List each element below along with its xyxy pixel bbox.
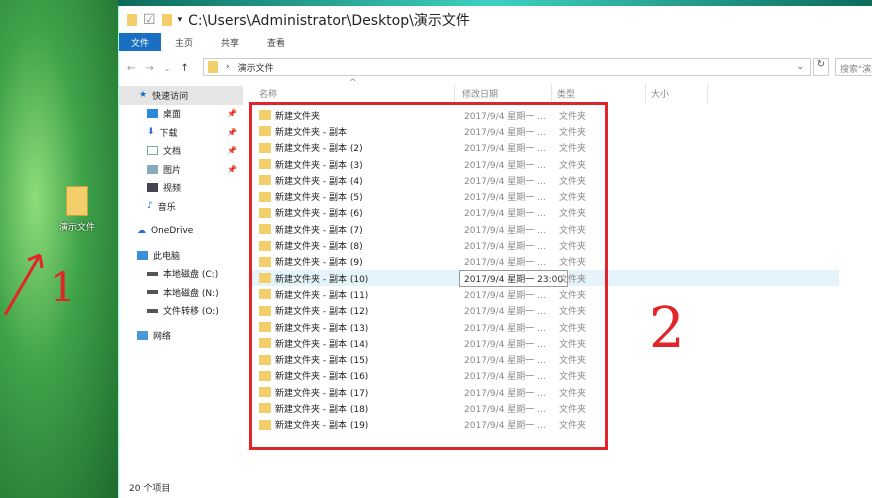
nav-label: 桌面 xyxy=(163,110,182,121)
navigation-pane: ★ 快速访问 桌面 📌 ⬇ 下载 📌 文档 📌 图片 📌 视频 ♪ 音乐 ☁ OneDrive … xyxy=(119,86,243,345)
chevron-right-icon: › xyxy=(226,62,230,72)
document-icon xyxy=(147,146,158,156)
nav-label: 视频 xyxy=(163,184,182,195)
address-bar[interactable]: › 演示文件 ⌄ xyxy=(203,58,811,76)
annotation-box xyxy=(249,102,608,450)
nav-label: 文件转移 (O:) xyxy=(163,307,219,318)
properties-icon[interactable]: ☑ xyxy=(143,12,156,28)
tab-share[interactable]: 共享 xyxy=(207,33,253,51)
tab-home[interactable]: 主页 xyxy=(161,33,207,51)
forward-icon[interactable]: → xyxy=(145,63,153,74)
column-size[interactable]: 大小 xyxy=(651,87,669,100)
tab-file[interactable]: 文件 xyxy=(119,33,161,51)
nav-downloads[interactable]: ⬇ 下载 📌 xyxy=(119,123,243,142)
folder-icon xyxy=(127,13,137,26)
nav-label: 网络 xyxy=(153,331,172,342)
tab-view[interactable]: 查看 xyxy=(253,33,299,51)
drive-icon xyxy=(147,290,158,295)
computer-icon xyxy=(137,250,148,260)
nav-label: OneDrive xyxy=(151,225,194,236)
nav-label: 此电脑 xyxy=(153,251,181,262)
nav-label: 下载 xyxy=(159,128,178,139)
pin-icon: 📌 xyxy=(227,127,237,137)
folder-icon xyxy=(208,61,218,73)
cloud-icon: ☁ xyxy=(137,225,146,236)
window-title: C:\Users\Administrator\Desktop\演示文件 xyxy=(188,12,470,29)
up-icon[interactable]: ↑ xyxy=(180,63,188,74)
pin-icon: 📌 xyxy=(227,164,237,174)
nav-quick-access[interactable]: ★ 快速访问 xyxy=(119,86,243,105)
star-icon: ★ xyxy=(139,90,148,101)
desktop-folder-icon[interactable]: 演示文件 xyxy=(52,186,102,233)
nav-pictures[interactable]: 图片 📌 xyxy=(119,160,243,179)
video-icon xyxy=(147,183,158,193)
nav-desktop[interactable]: 桌面 📌 xyxy=(119,105,243,124)
desktop: 演示文件 1 xyxy=(0,0,118,498)
folder-icon xyxy=(66,186,88,216)
desktop-icon xyxy=(147,109,158,119)
nav-label: 本地磁盘 (N:) xyxy=(163,288,219,299)
column-type[interactable]: 类型 xyxy=(557,87,575,100)
title-bar: ☑ ▾ C:\Users\Administrator\Desktop\演示文件 xyxy=(119,6,872,33)
nav-label: 快速访问 xyxy=(152,91,189,102)
column-date[interactable]: 修改日期 xyxy=(462,87,498,100)
refresh-button[interactable]: ↻ xyxy=(813,58,829,76)
music-icon: ♪ xyxy=(147,201,153,212)
new-folder-icon[interactable] xyxy=(161,13,172,26)
nav-label: 本地磁盘 (C:) xyxy=(163,270,219,281)
status-bar-count: 20 个项目 xyxy=(129,484,171,494)
pictures-icon xyxy=(147,164,158,174)
nav-label: 文档 xyxy=(163,147,182,158)
search-input[interactable]: 搜索"演示文件" xyxy=(835,58,872,76)
back-icon[interactable]: ← xyxy=(127,63,135,74)
explorer-window: ☑ ▾ C:\Users\Administrator\Desktop\演示文件 … xyxy=(118,6,872,498)
nav-music[interactable]: ♪ 音乐 xyxy=(119,197,243,216)
drive-icon xyxy=(147,308,158,313)
drive-icon xyxy=(147,271,158,276)
recent-dropdown-icon[interactable]: ⌄ xyxy=(164,64,171,73)
annotation-2: 2 xyxy=(649,296,685,361)
ribbon-tabs: 文件 主页 共享 查看 xyxy=(119,33,872,51)
sort-ascending-icon: ^ xyxy=(349,78,357,88)
quick-access-dropdown-icon[interactable]: ▾ xyxy=(178,15,183,25)
nav-label: 音乐 xyxy=(157,202,176,213)
column-headers: 名称 ^ 修改日期 类型 大小 xyxy=(249,78,849,104)
nav-drive-c[interactable]: 本地磁盘 (C:) xyxy=(119,265,243,284)
column-name[interactable]: 名称 xyxy=(259,87,277,100)
annotation-1: 1 xyxy=(50,265,76,311)
network-icon xyxy=(137,330,148,340)
nav-onedrive[interactable]: ☁ OneDrive xyxy=(119,222,243,241)
pin-icon: 📌 xyxy=(227,146,237,156)
chevron-down-icon[interactable]: ⌄ xyxy=(796,62,804,72)
nav-documents[interactable]: 文档 📌 xyxy=(119,142,243,161)
nav-network[interactable]: 网络 xyxy=(119,326,243,345)
pin-icon: 📌 xyxy=(227,109,237,119)
download-icon: ⬇ xyxy=(147,127,155,138)
address-row: ← → ⌄ ↑ › 演示文件 ⌄ ↻ 搜索"演示文件" xyxy=(119,57,872,79)
nav-label: 图片 xyxy=(163,165,182,176)
nav-drive-n[interactable]: 本地磁盘 (N:) xyxy=(119,283,243,302)
nav-drive-o[interactable]: 文件转移 (O:) xyxy=(119,302,243,321)
breadcrumb[interactable]: 演示文件 xyxy=(238,61,274,74)
nav-videos[interactable]: 视频 xyxy=(119,179,243,198)
nav-this-pc[interactable]: 此电脑 xyxy=(119,246,243,265)
